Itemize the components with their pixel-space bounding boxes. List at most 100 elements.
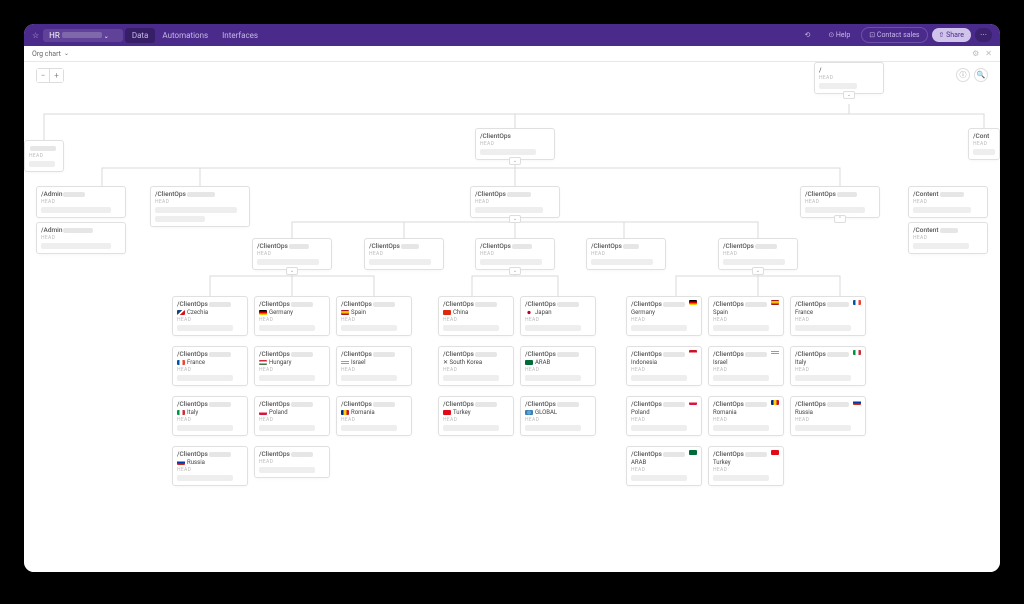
node-country[interactable]: /ClientOps Russia HEAD bbox=[172, 446, 248, 486]
node-content-b[interactable]: /Content HEAD bbox=[908, 222, 988, 254]
node-admin-a[interactable]: /Admin HEAD bbox=[36, 186, 126, 218]
gear-icon[interactable]: ⚙ bbox=[972, 49, 979, 58]
node-l3-d[interactable]: /ClientOpsHEAD bbox=[586, 238, 666, 270]
topbar: ☆ HR ⌄ Data Automations Interfaces ⟲ ⊙ H… bbox=[24, 24, 1000, 46]
node-country[interactable]: /ClientOps Japan HEAD bbox=[520, 296, 596, 336]
node-country[interactable]: /ClientOps Italy HEAD bbox=[172, 396, 248, 436]
node-country[interactable]: /ClientOps Russia HEAD bbox=[790, 396, 866, 436]
flag-icon bbox=[525, 410, 533, 415]
node-clientops[interactable]: /ClientOps HEAD ⌄ bbox=[475, 128, 555, 160]
node-country[interactable]: /ClientOps Germany HEAD bbox=[626, 296, 702, 336]
org-chart-canvas[interactable]: − + ⓘ 🔍 / HEAD ⌄ HEA bbox=[24, 62, 1000, 572]
zoom-out-button[interactable]: − bbox=[37, 69, 50, 82]
more-button[interactable]: ⋯ bbox=[975, 28, 992, 42]
node-country[interactable]: /ClientOps Poland HEAD bbox=[254, 396, 330, 436]
expand-icon[interactable]: ⌄ bbox=[286, 267, 298, 275]
flag-icon bbox=[443, 310, 451, 315]
flag-icon bbox=[259, 410, 267, 415]
node-country[interactable]: /ClientOps France HEAD bbox=[172, 346, 248, 386]
node-country[interactable]: /ClientOps Spain HEAD bbox=[708, 296, 784, 336]
node-country[interactable]: /ClientOps Italy HEAD bbox=[790, 346, 866, 386]
node-l3-c[interactable]: /ClientOpsHEAD⌄ bbox=[475, 238, 555, 270]
node-country[interactable]: /ClientOps ARAB HEAD bbox=[520, 346, 596, 386]
flag-icon bbox=[689, 450, 697, 455]
chevron-down-icon[interactable]: ⌄ bbox=[64, 50, 69, 57]
flag-icon bbox=[853, 400, 861, 405]
node-country[interactable]: /ClientOps France HEAD bbox=[790, 296, 866, 336]
expand-icon[interactable]: ⌄ bbox=[509, 267, 521, 275]
expand-icon[interactable]: ⌄ bbox=[509, 157, 521, 165]
expand-icon[interactable]: ⌃ bbox=[834, 215, 846, 223]
flag-icon bbox=[771, 400, 779, 405]
node-l3-a[interactable]: /ClientOpsHEAD⌄ bbox=[252, 238, 332, 270]
contact-sales-button[interactable]: ⊡ Contact sales bbox=[861, 27, 927, 43]
head-value bbox=[819, 83, 857, 89]
node-country[interactable]: /ClientOps Poland HEAD bbox=[626, 396, 702, 436]
node-clientops-a[interactable]: /ClientOps HEAD bbox=[150, 186, 250, 227]
node-country[interactable]: /ClientOps ARAB HEAD bbox=[626, 446, 702, 486]
flag-icon bbox=[259, 360, 267, 365]
expand-icon[interactable]: ⌄ bbox=[843, 91, 855, 99]
node-l3-b[interactable]: /ClientOpsHEAD bbox=[364, 238, 444, 270]
node-country[interactable]: /ClientOps Turkey HEAD bbox=[438, 396, 514, 436]
flag-icon bbox=[177, 310, 185, 315]
node-country[interactable]: /ClientOps Israel HEAD bbox=[708, 346, 784, 386]
node-title: / bbox=[819, 66, 822, 74]
flag-icon bbox=[341, 310, 349, 315]
node-l3-e[interactable]: /ClientOpsHEAD⌄ bbox=[718, 238, 798, 270]
view-name[interactable]: Org chart bbox=[32, 50, 61, 58]
node-partial[interactable]: HEAD bbox=[24, 140, 64, 172]
node-country[interactable]: /ClientOps Turkey HEAD bbox=[708, 446, 784, 486]
flag-icon bbox=[689, 400, 697, 405]
node-country[interactable]: /ClientOps Romania HEAD bbox=[336, 396, 412, 436]
info-icon[interactable]: ⓘ bbox=[956, 68, 970, 82]
history-button[interactable]: ⟲ bbox=[797, 28, 817, 42]
app-window: ☆ HR ⌄ Data Automations Interfaces ⟲ ⊙ H… bbox=[24, 24, 1000, 572]
flag-icon bbox=[259, 310, 267, 315]
canvas-tools: ⓘ 🔍 bbox=[956, 68, 988, 82]
tab-interfaces[interactable]: Interfaces bbox=[215, 28, 265, 43]
node-clientops-b[interactable]: /ClientOps HEAD ⌄ bbox=[470, 186, 560, 218]
search-icon[interactable]: 🔍 bbox=[974, 68, 988, 82]
node-country[interactable]: /ClientOps Germany HEAD bbox=[254, 296, 330, 336]
node-root[interactable]: / HEAD ⌄ bbox=[814, 62, 884, 94]
flag-icon bbox=[525, 360, 533, 365]
view-bar: Org chart ⌄ ⚙ ✕ bbox=[24, 46, 1000, 62]
node-country[interactable]: /ClientOps ✕ South Korea HEAD bbox=[438, 346, 514, 386]
help-button[interactable]: ⊙ Help bbox=[821, 28, 857, 42]
node-country[interactable]: /ClientOps Israel HEAD bbox=[336, 346, 412, 386]
node-country[interactable]: /ClientOps GLOBAL HEAD bbox=[520, 396, 596, 436]
zoom-in-button[interactable]: + bbox=[50, 69, 63, 82]
tab-data[interactable]: Data bbox=[125, 28, 156, 43]
tab-automations[interactable]: Automations bbox=[155, 28, 215, 43]
star-icon[interactable]: ☆ bbox=[32, 31, 39, 40]
expand-icon[interactable]: ⌄ bbox=[752, 267, 764, 275]
flag-icon bbox=[853, 300, 861, 305]
node-content-partial[interactable]: /Cont HEAD bbox=[968, 128, 1000, 160]
head-label: HEAD bbox=[819, 75, 879, 81]
close-icon[interactable]: ✕ bbox=[985, 49, 992, 58]
flag-icon bbox=[341, 360, 349, 365]
node-country[interactable]: /ClientOps Spain HEAD bbox=[336, 296, 412, 336]
node-content-a[interactable]: /Content HEAD bbox=[908, 186, 988, 218]
flag-icon bbox=[771, 300, 779, 305]
flag-icon bbox=[341, 410, 349, 415]
node-country[interactable]: /ClientOps HEAD bbox=[254, 446, 330, 478]
workspace-title[interactable]: HR ⌄ bbox=[43, 29, 123, 42]
flag-icon bbox=[177, 460, 185, 465]
node-clientops-c[interactable]: /ClientOps HEAD ⌃ bbox=[800, 186, 880, 218]
node-country[interactable]: /ClientOps Indonesia HEAD bbox=[626, 346, 702, 386]
flag-icon bbox=[689, 300, 697, 305]
flag-icon bbox=[771, 350, 779, 355]
expand-icon[interactable]: ⌄ bbox=[509, 215, 521, 223]
flag-icon bbox=[771, 450, 779, 455]
zoom-control: − + bbox=[36, 68, 64, 83]
node-country[interactable]: /ClientOps Hungary HEAD bbox=[254, 346, 330, 386]
share-button[interactable]: ⇧ Share bbox=[932, 28, 971, 42]
node-country[interactable]: /ClientOps Romania HEAD bbox=[708, 396, 784, 436]
node-country[interactable]: /ClientOps China HEAD bbox=[438, 296, 514, 336]
flag-icon bbox=[853, 350, 861, 355]
node-admin-b[interactable]: /Admin HEAD bbox=[36, 222, 126, 254]
node-country[interactable]: /ClientOps Czechia HEAD bbox=[172, 296, 248, 336]
flag-icon bbox=[177, 410, 185, 415]
